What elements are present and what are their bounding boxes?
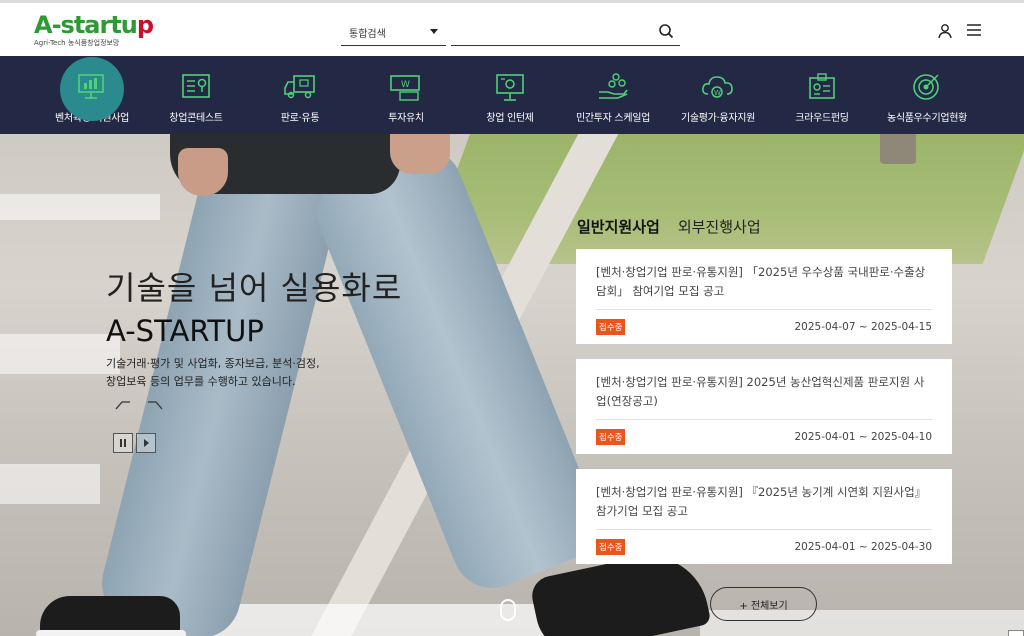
- site-logo[interactable]: A-startup Agri-Tech 농식품창업정보망: [34, 11, 154, 48]
- notice-meta: 접수중 2025-04-01 ~ 2025-04-10: [596, 420, 932, 454]
- nav-item-tech-evaluation-loan[interactable]: W 기술평가·융자지원: [676, 56, 760, 134]
- hero-person-hand: [178, 148, 228, 196]
- status-badge: 접수중: [596, 539, 626, 555]
- nav-item-sales-distribution[interactable]: 판로·유통: [270, 56, 330, 134]
- target-icon: [913, 74, 939, 100]
- nav-item-venture-support[interactable]: 벤처육성 지원사업: [52, 56, 132, 134]
- notice-card[interactable]: [벤처·창업기업 판로·유통지원] 「2025년 우수상품 국내판로·수출상담회…: [576, 249, 952, 344]
- notice-card[interactable]: [벤처·창업기업 판로·유통지원] 『2025년 농기계 시연회 지원사업』 참…: [576, 469, 952, 564]
- corner-toggle-button[interactable]: [1008, 630, 1024, 636]
- hero-bg-stripe: [0, 464, 100, 504]
- view-all-button[interactable]: + 전체보기: [710, 587, 817, 621]
- nav-item-excellent-companies[interactable]: 농식품우수기업현황: [882, 56, 972, 134]
- hero-person-hand: [390, 134, 450, 174]
- hero-person-shoe-sole: [36, 630, 186, 636]
- hero-section: 기술을 넘어 실용화로 A-STARTUP 기술거래·평가 및 사업화, 종자보…: [0, 134, 1024, 636]
- hero-title: 기술을 넘어 실용화로: [106, 269, 403, 307]
- notice-tabs: 일반지원사업 외부진행사업: [577, 216, 761, 237]
- slide-play-button[interactable]: [136, 433, 156, 453]
- id-card-icon: [809, 73, 835, 99]
- nav-item-startup-intern[interactable]: 창업 인턴제: [478, 56, 542, 134]
- caret-down-icon: [430, 29, 438, 34]
- status-badge: 접수중: [596, 319, 626, 335]
- main-nav: 벤처육성 지원사업 창업콘테스트 판로·유통 W 투자유치 창업 인턴제 민간투…: [0, 56, 1024, 134]
- notice-title[interactable]: [벤처·창업기업 판로·유통지원] 2025년 농산업혁신제품 판로지원 사업(…: [596, 373, 932, 411]
- notice-date: 2025-04-07 ~ 2025-04-15: [794, 321, 932, 333]
- user-icon[interactable]: [937, 23, 953, 39]
- hamburger-menu-icon[interactable]: [966, 23, 982, 37]
- hero-brand: A-STARTUP: [106, 314, 264, 348]
- notice-title[interactable]: [벤처·창업기업 판로·유통지원] 『2025년 농기계 시연회 지원사업』 참…: [596, 483, 932, 521]
- tab-external-projects[interactable]: 외부진행사업: [678, 216, 761, 237]
- hand-coins-icon: [599, 73, 628, 99]
- notice-meta: 접수중 2025-04-07 ~ 2025-04-15: [596, 310, 932, 344]
- svg-text:W: W: [714, 89, 721, 97]
- hero-bg-stripe: [0, 334, 120, 374]
- slide-prev-icon[interactable]: [114, 400, 132, 410]
- notice-meta: 접수중 2025-04-01 ~ 2025-04-30: [596, 530, 932, 564]
- logo-tagline: Agri-Tech 농식품창업정보망: [34, 39, 120, 47]
- site-header: A-startup Agri-Tech 농식품창업정보망 통합검색: [0, 0, 1024, 56]
- svg-text:W: W: [401, 80, 410, 90]
- hero-bg-stripe: [0, 194, 160, 220]
- nav-item-investment[interactable]: W 투자유치: [376, 56, 436, 134]
- pause-icon: [120, 439, 126, 447]
- notice-date: 2025-04-01 ~ 2025-04-10: [794, 431, 932, 443]
- search-scope-value: 통합검색: [349, 29, 386, 40]
- tab-general-support[interactable]: 일반지원사업: [577, 216, 660, 237]
- monitor-chart-icon: [78, 74, 104, 99]
- hero-description: 기술거래·평가 및 사업화, 종자보급, 분석·검정, 창업보육 등의 업무를 …: [106, 357, 320, 388]
- status-badge: 접수중: [596, 429, 626, 445]
- trophy-board-icon: [182, 74, 210, 98]
- scroll-indicator-icon: [500, 599, 516, 621]
- hero-bg-tree: [880, 134, 916, 164]
- presentation-board-icon: [496, 74, 524, 101]
- cloud-coin-icon: W: [702, 76, 733, 98]
- search-scope-select[interactable]: 통합검색: [341, 18, 446, 46]
- play-icon: [144, 439, 149, 447]
- slide-next-icon[interactable]: [146, 400, 164, 410]
- delivery-truck-icon: [284, 75, 315, 99]
- notice-title[interactable]: [벤처·창업기업 판로·유통지원] 「2025년 우수상품 국내판로·수출상담회…: [596, 263, 932, 301]
- logo-wordmark: A-startup: [34, 11, 154, 39]
- hero-bg-grass: [422, 134, 1024, 264]
- nav-item-startup-contest[interactable]: 창업콘테스트: [160, 56, 232, 134]
- slide-pause-button[interactable]: [113, 433, 133, 453]
- money-bill-icon: W: [390, 75, 420, 101]
- notice-card[interactable]: [벤처·창업기업 판로·유통지원] 2025년 농산업혁신제품 판로지원 사업(…: [576, 359, 952, 454]
- search-icon[interactable]: [658, 23, 674, 39]
- nav-item-crowdfunding[interactable]: 크라우드펀딩: [790, 56, 854, 134]
- notice-date: 2025-04-01 ~ 2025-04-30: [794, 541, 932, 553]
- search-input[interactable]: [451, 18, 680, 46]
- search-bar: 통합검색: [341, 18, 680, 46]
- nav-item-private-investment-scaleup[interactable]: 민간투자 스케일업: [570, 56, 656, 134]
